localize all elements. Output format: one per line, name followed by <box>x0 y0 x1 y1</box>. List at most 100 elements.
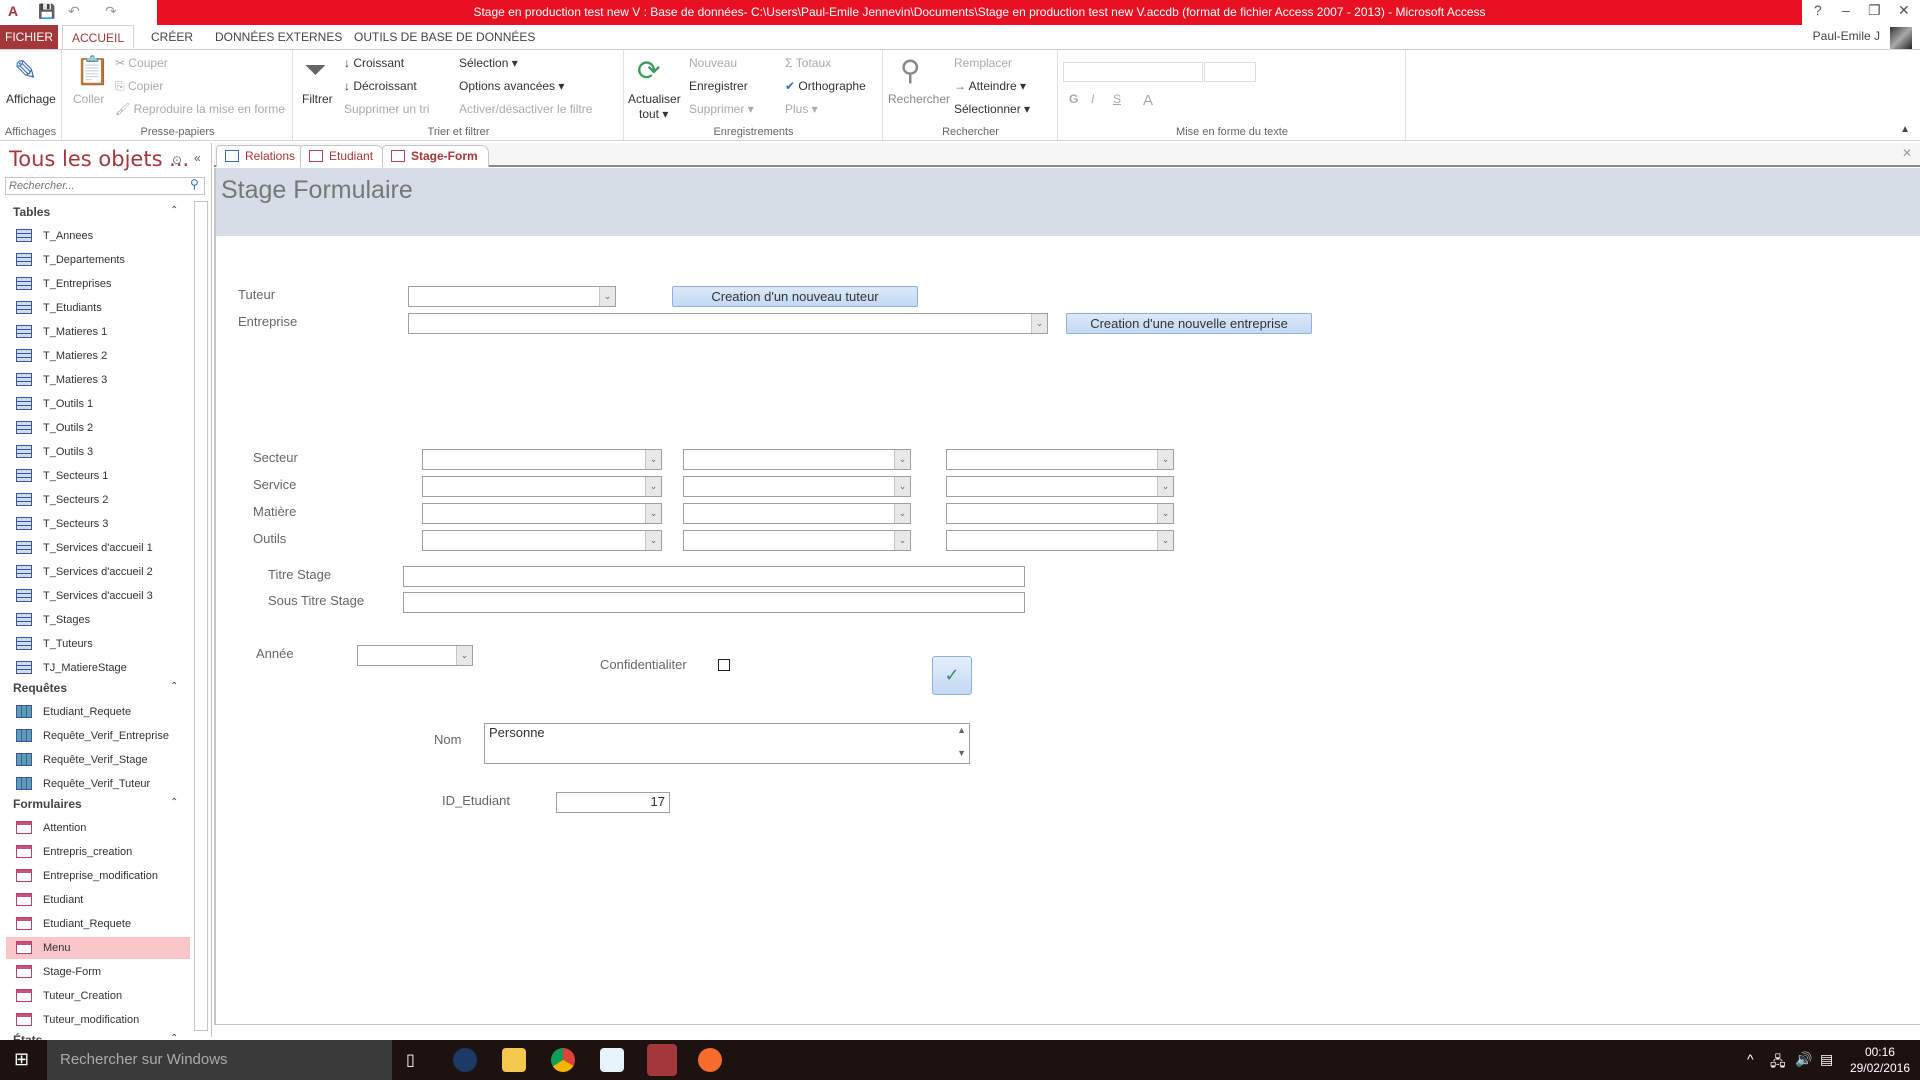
chevron-down-icon[interactable]: ⌄ <box>645 450 661 469</box>
tab-donnees-externes[interactable]: DONNÉES EXTERNES <box>207 25 350 49</box>
collapse-section-icon[interactable]: ⌃ <box>170 205 178 216</box>
close-document-icon[interactable]: ✕ <box>1902 146 1912 160</box>
underline-button[interactable]: S <box>1113 92 1121 106</box>
tray-chevron-up-icon[interactable]: ^ <box>1747 1051 1754 1067</box>
nav-item[interactable]: T_Tuteurs <box>6 633 190 655</box>
nav-item[interactable]: T_Stages <box>6 609 190 631</box>
affichage-button[interactable]: Affichage <box>6 92 56 106</box>
tab-outils-bdd[interactable]: OUTILS DE BASE DE DONNÉES <box>346 25 543 49</box>
remplacer-button[interactable]: Remplacer <box>954 56 1012 70</box>
chevron-down-icon[interactable]: ⌄ <box>456 646 472 665</box>
criteria-combo[interactable]: ⌄ <box>946 503 1174 524</box>
save-icon[interactable]: 💾 <box>38 3 55 20</box>
file-explorer-icon[interactable] <box>502 1048 526 1072</box>
nav-item[interactable]: T_Secteurs 2 <box>6 489 190 511</box>
chevron-down-icon[interactable]: ⌄ <box>1157 504 1173 523</box>
totaux-button[interactable]: Σ Totaux <box>785 56 831 70</box>
nav-menu-icon[interactable]: ⊙ <box>172 153 182 167</box>
undo-icon[interactable]: ↶ <box>68 3 80 20</box>
font-color-button[interactable]: A <box>1143 92 1153 109</box>
doc-tab-stage-form[interactable]: Stage-Form <box>382 145 489 167</box>
new-tuteur-button[interactable]: Creation d'un nouveau tuteur <box>672 286 918 307</box>
doc-tab-relations[interactable]: Relations <box>216 145 307 167</box>
chevron-down-icon[interactable]: ⌄ <box>645 531 661 550</box>
copier-button[interactable]: ⎘ Copier <box>115 79 163 94</box>
id-etudiant-input[interactable]: 17 <box>556 792 670 813</box>
access-app-icon[interactable]: A <box>8 3 18 19</box>
nouveau-button[interactable]: Nouveau <box>689 56 737 70</box>
nav-item[interactable]: T_Etudiants <box>6 297 190 319</box>
nav-item[interactable]: T_Departements <box>6 249 190 271</box>
nav-item[interactable]: Etudiant_Requete <box>6 701 190 723</box>
task-view-icon[interactable]: ▯ <box>406 1050 415 1070</box>
windows-start-icon[interactable]: ⊞ <box>14 1049 29 1070</box>
croissant-button[interactable]: ↓ Croissant <box>344 56 404 70</box>
network-icon[interactable]: 🖧 <box>1770 1051 1786 1075</box>
nav-item[interactable]: Requête_Verif_Tuteur <box>6 773 190 795</box>
criteria-combo[interactable]: ⌄ <box>683 449 911 470</box>
tab-creer[interactable]: CRÉER <box>143 25 201 49</box>
nav-section-header[interactable]: Tables <box>13 205 50 219</box>
sous-titre-stage-input[interactable] <box>403 592 1025 613</box>
nav-item[interactable]: Etudiant_Requete <box>6 913 190 935</box>
redo-icon[interactable]: ↷ <box>105 3 117 20</box>
nav-item[interactable]: T_Entreprises <box>6 273 190 295</box>
nav-title[interactable]: Tous les objets ... <box>9 147 189 171</box>
new-entreprise-button[interactable]: Creation d'une nouvelle entreprise <box>1066 313 1312 334</box>
selection-button[interactable]: Sélection ▾ <box>459 56 518 70</box>
tab-accueil[interactable]: ACCUEIL <box>62 25 134 49</box>
steam-icon[interactable] <box>453 1048 477 1072</box>
nav-item[interactable]: Tuteur_Creation <box>6 985 190 1007</box>
enregistrer-button[interactable]: Enregistrer <box>689 79 748 93</box>
close-button[interactable]: ✕ <box>1898 2 1910 19</box>
tuteur-combo[interactable]: ⌄ <box>408 286 616 307</box>
activer-filtre-button[interactable]: Activer/désactiver le filtre <box>459 102 592 116</box>
chevron-down-icon[interactable]: ⌄ <box>1157 450 1173 469</box>
entreprise-combo[interactable]: ⌄ <box>408 313 1048 334</box>
chevron-down-icon[interactable]: ⌄ <box>645 504 661 523</box>
nav-item[interactable]: T_Matieres 2 <box>6 345 190 367</box>
nav-item[interactable]: Stage-Form <box>6 961 190 983</box>
uplay-icon[interactable] <box>600 1048 624 1072</box>
criteria-combo[interactable]: ⌄ <box>683 530 911 551</box>
scroll-down-icon[interactable]: ▼ <box>957 748 966 758</box>
chevron-down-icon[interactable]: ⌄ <box>894 531 910 550</box>
validate-button[interactable]: ✓ <box>932 656 972 695</box>
clock[interactable]: 00:16 29/02/2016 <box>1850 1044 1910 1076</box>
chevron-down-icon[interactable]: ⌄ <box>645 477 661 496</box>
criteria-combo[interactable]: ⌄ <box>422 449 662 470</box>
nav-item[interactable]: Requête_Verif_Entreprise <box>6 725 190 747</box>
chevron-down-icon[interactable]: ⌄ <box>599 287 615 306</box>
collapse-nav-icon[interactable]: « <box>194 151 201 165</box>
criteria-combo[interactable]: ⌄ <box>422 503 662 524</box>
criteria-combo[interactable]: ⌄ <box>946 530 1174 551</box>
nav-item[interactable]: T_Outils 2 <box>6 417 190 439</box>
tab-fichier[interactable]: FICHIER <box>0 25 58 49</box>
actualiser-button[interactable]: Actualiser <box>628 92 681 106</box>
reproduire-button[interactable]: 🖌 Reproduire la mise en forme <box>115 102 285 116</box>
volume-icon[interactable]: 🔊 <box>1795 1051 1812 1068</box>
font-name-select[interactable] <box>1063 62 1203 82</box>
scroll-up-icon[interactable]: ▲ <box>957 725 966 735</box>
italic-button[interactable]: I <box>1091 92 1094 106</box>
nav-item[interactable]: T_Outils 3 <box>6 441 190 463</box>
nom-textarea[interactable]: Personne ▲ ▼ <box>484 723 970 764</box>
coller-button[interactable]: Coller <box>73 92 104 106</box>
nav-item[interactable]: Tuteur_modification <box>6 1009 190 1031</box>
origin-icon[interactable] <box>698 1048 722 1072</box>
notifications-icon[interactable]: ▤ <box>1820 1051 1833 1068</box>
annee-combo[interactable]: ⌄ <box>357 645 473 666</box>
options-avancees-button[interactable]: Options avancées ▾ <box>459 79 564 93</box>
avatar[interactable] <box>1890 27 1912 49</box>
bold-button[interactable]: G <box>1069 92 1078 106</box>
confidentialiter-checkbox[interactable] <box>718 659 730 671</box>
criteria-combo[interactable]: ⌄ <box>683 503 911 524</box>
chevron-down-icon[interactable]: ⌄ <box>894 450 910 469</box>
nav-item[interactable]: T_Matieres 1 <box>6 321 190 343</box>
chrome-icon[interactable] <box>551 1048 575 1072</box>
nav-section-header[interactable]: Requêtes <box>13 681 67 695</box>
nav-scrollbar[interactable] <box>194 201 208 1031</box>
chevron-down-icon[interactable]: ⌄ <box>894 477 910 496</box>
nav-item[interactable]: Requête_Verif_Stage <box>6 749 190 771</box>
decroissant-button[interactable]: ↓ Décroissant <box>344 79 417 93</box>
